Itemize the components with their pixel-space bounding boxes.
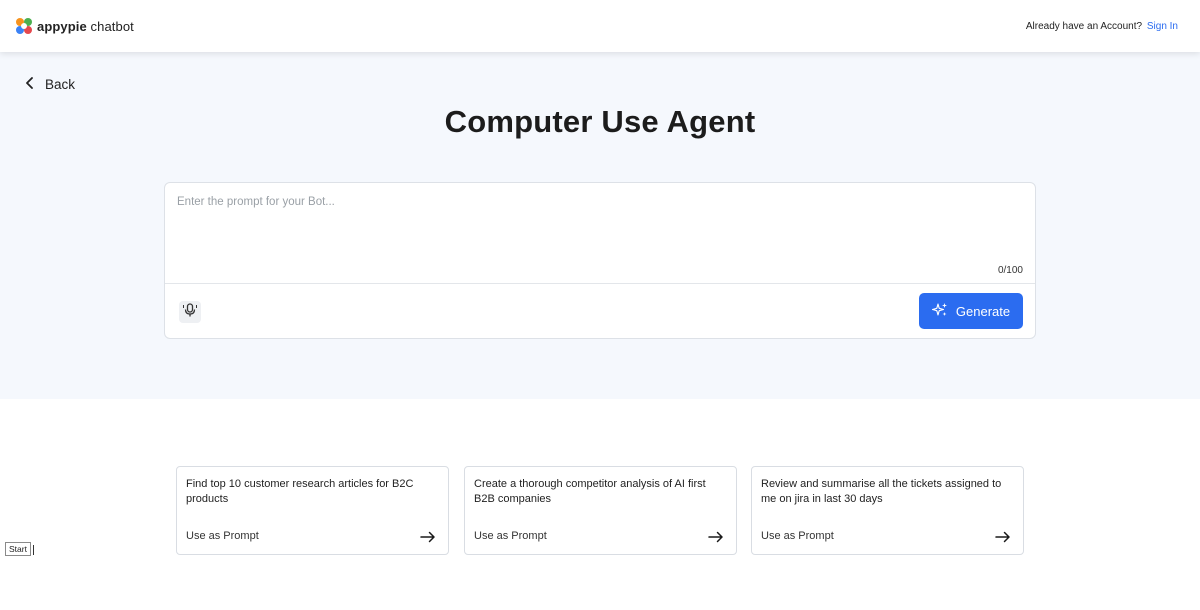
microphone-icon [182,302,198,323]
microphone-button[interactable] [179,301,201,323]
suggestion-text: Find top 10 customer research articles f… [186,478,414,505]
use-as-prompt-label: Use as Prompt [186,530,259,542]
back-button[interactable]: Back [25,77,75,92]
suggestion-card[interactable]: Create a thorough competitor analysis of… [464,466,737,555]
logo[interactable]: appypie chatbot [15,17,134,35]
arrow-right-icon [420,530,436,548]
start-button[interactable]: Start [5,542,31,556]
top-header: appypie chatbot Already have an Account?… [0,0,1200,52]
arrow-right-icon [995,530,1011,548]
use-as-prompt-label: Use as Prompt [474,530,547,542]
generate-label: Generate [955,303,1011,319]
logo-brand: appypie [37,18,87,34]
logo-text: appypie chatbot [37,19,134,34]
use-as-prompt-label: Use as Prompt [761,530,834,542]
logo-product: chatbot [86,18,134,34]
signin-link[interactable]: Sign In [1147,21,1178,32]
generate-button[interactable]: Generate [919,293,1023,329]
text-cursor [33,545,34,555]
suggestion-text: Review and summarise all the tickets ass… [761,478,1002,505]
arrow-right-icon [708,530,724,548]
appypie-logo-icon [15,17,33,35]
suggestion-card[interactable]: Review and summarise all the tickets ass… [751,466,1024,555]
chevron-left-icon [25,77,35,92]
page-title: Computer Use Agent [444,104,756,139]
prompt-divider [165,283,1035,284]
sparkle-icon [931,302,948,321]
suggestion-card[interactable]: Find top 10 customer research articles f… [176,466,449,555]
account-question: Already have an Account? [1025,20,1143,32]
suggestion-text: Create a thorough competitor analysis of… [474,478,706,505]
prompt-box: 0/100 Generate [164,182,1036,339]
back-label: Back [45,77,76,92]
account-prompt: Already have an Account? Sign In [1026,21,1178,32]
hero-section: Back Computer Use Agent 0/100 [0,52,1200,399]
character-counter: 0/100 [997,265,1023,276]
prompt-input[interactable] [165,183,1035,283]
